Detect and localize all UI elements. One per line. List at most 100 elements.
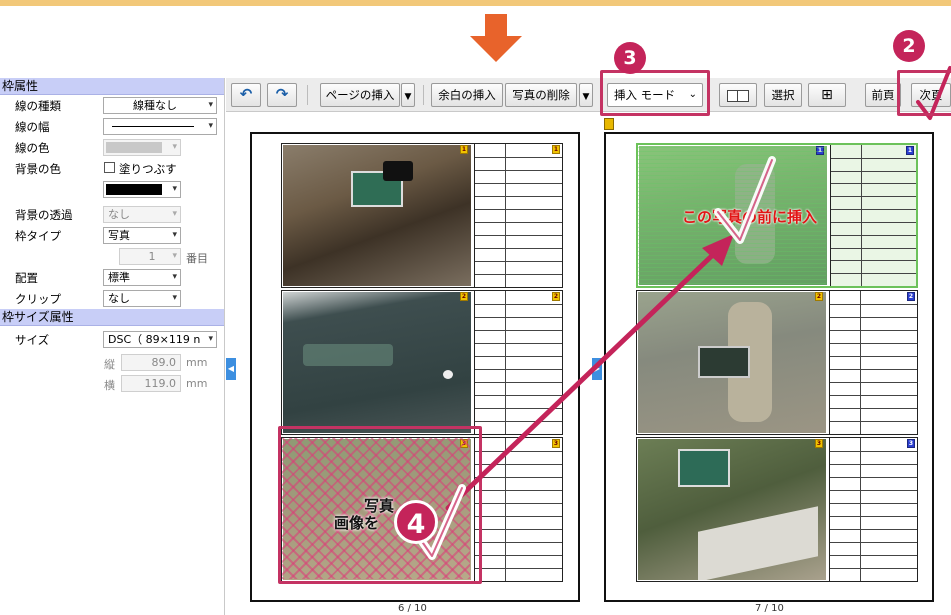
step-3-badge: 3 [614, 42, 646, 74]
undo-icon: ↶ [239, 85, 253, 103]
info-table-row-line [831, 158, 916, 159]
bg-transparency-row: 背景の透過 なし ▾ [0, 204, 224, 225]
info-table-row-line [830, 317, 917, 318]
photo-cell[interactable]: 2 2 [281, 290, 563, 435]
select-button[interactable]: 選択 [764, 83, 802, 107]
line-color-select[interactable]: ▾ [103, 139, 181, 156]
height-value: 89.0 [151, 356, 177, 369]
info-table-row-line [475, 395, 562, 396]
info-table-column-line [505, 144, 506, 287]
line-type-select[interactable]: 線種なし ▾ [103, 97, 217, 114]
delete-photo-dropdown[interactable]: ▼ [579, 83, 593, 107]
info-table-row-line [475, 529, 562, 530]
size-select[interactable]: DSC（ 89×119 n ▾ [103, 331, 217, 348]
info-table-column-line [860, 438, 861, 581]
bg-transparency-value: なし [108, 208, 130, 221]
info-table-row-line [475, 382, 562, 383]
info-table-row-line [830, 477, 917, 478]
frame-type-row: 枠タイプ 写真 ▾ [0, 225, 224, 246]
info-table-column-line [505, 291, 506, 434]
insert-page-dropdown[interactable]: ▼ [401, 83, 415, 107]
redo-button[interactable]: ↷ [267, 83, 297, 107]
photo-cell[interactable]: 2 2 [636, 290, 918, 435]
clip-select[interactable]: なし ▾ [103, 290, 181, 307]
info-table-row-line [475, 369, 562, 370]
photo-cell[interactable]: 1 1 [281, 143, 563, 288]
chalk-text [303, 344, 393, 366]
info-table-row-line [831, 248, 916, 249]
info-number-badge: 3 [552, 439, 560, 448]
info-table-row-line [475, 261, 562, 262]
line-color-label: 線の色 [15, 141, 50, 155]
photo-image [283, 145, 471, 286]
info-table-row-line [831, 209, 916, 210]
info-table-row-line [830, 421, 917, 422]
insert-page-button[interactable]: ページの挿入 [320, 83, 400, 107]
chevron-down-icon: ▾ [208, 334, 213, 344]
chevron-down-icon: ▾ [172, 272, 177, 282]
info-number-badge: 1 [552, 145, 560, 154]
prev-page-button[interactable]: 前頁 [865, 83, 901, 107]
placement-select[interactable]: 標準 ▾ [103, 269, 181, 286]
photo-image [283, 292, 471, 433]
width-label: 横 [104, 379, 115, 392]
insert-margin-button[interactable]: 余白の挿入 [431, 83, 503, 107]
photo-cell[interactable]: 3 3 [636, 437, 918, 582]
chevron-down-icon: ▾ [172, 251, 177, 261]
redo-icon: ↷ [275, 85, 289, 103]
chevron-down-icon: ▾ [172, 230, 177, 240]
info-table-row-line [475, 157, 562, 158]
info-table-row-line [475, 477, 562, 478]
delete-photo-button[interactable]: 写真の削除 [505, 83, 577, 107]
bg-transparency-label: 背景の透過 [15, 208, 73, 222]
number-select[interactable]: 1 ▾ [119, 248, 181, 265]
paper-scrap [443, 370, 453, 379]
frame-add-button[interactable]: ⊞ [808, 83, 846, 107]
info-table-row-line [475, 235, 562, 236]
undo-button[interactable]: ↶ [231, 83, 261, 107]
layout-view-button[interactable] [719, 83, 757, 107]
frame-type-label: 枠タイプ [15, 229, 61, 243]
chevron-down-icon: ▾ [172, 293, 177, 303]
info-table-row-line [831, 260, 916, 261]
info-table-row-line [475, 451, 562, 452]
info-table-row-line [830, 395, 917, 396]
clip-label: クリップ [15, 292, 61, 306]
info-table-row-line [830, 516, 917, 517]
info-table-row-line [830, 464, 917, 465]
sign-board-overlay [383, 161, 413, 181]
line-width-select[interactable]: ▾ [103, 118, 217, 135]
info-table-row-line [830, 356, 917, 357]
right-page-number: 7 / 10 [755, 603, 784, 614]
chevron-down-icon: ▾ [172, 184, 177, 194]
line-width-preview [112, 126, 194, 127]
fill-checkbox-label: 塗りつぶす [119, 162, 177, 176]
info-table-row-line [831, 183, 916, 184]
info-table-row-line [831, 235, 916, 236]
info-table-row-line [830, 343, 917, 344]
info-table-row-line [830, 330, 917, 331]
photo-number-badge: 3 [815, 439, 823, 448]
concrete-block [698, 506, 818, 580]
step-4-badge: 4 [394, 500, 438, 544]
scroll-right-button[interactable]: ▶ [592, 358, 602, 380]
info-table-row-line [475, 196, 562, 197]
info-table-row-line [830, 555, 917, 556]
info-table-row-line [475, 542, 562, 543]
info-table-row-line [475, 274, 562, 275]
height-row: 縦 89.0 mm [0, 352, 224, 373]
height-input[interactable]: 89.0 [121, 354, 181, 371]
bg-color-select[interactable]: ▾ [103, 181, 181, 198]
scroll-left-button[interactable]: ◀ [226, 358, 236, 380]
info-table-row-line [830, 369, 917, 370]
width-input[interactable]: 119.0 [121, 375, 181, 392]
bg-color-swatch [106, 184, 162, 195]
info-table-row-line [830, 529, 917, 530]
line-color-row: 線の色 ▾ [0, 137, 224, 158]
info-table-row-line [475, 248, 562, 249]
frame-type-select[interactable]: 写真 ▾ [103, 227, 181, 244]
frame-attributes-header: 枠属性 [0, 78, 224, 95]
bg-transparency-select[interactable]: なし ▾ [103, 206, 181, 223]
fill-checkbox[interactable] [104, 162, 115, 173]
photo-image [638, 292, 826, 433]
